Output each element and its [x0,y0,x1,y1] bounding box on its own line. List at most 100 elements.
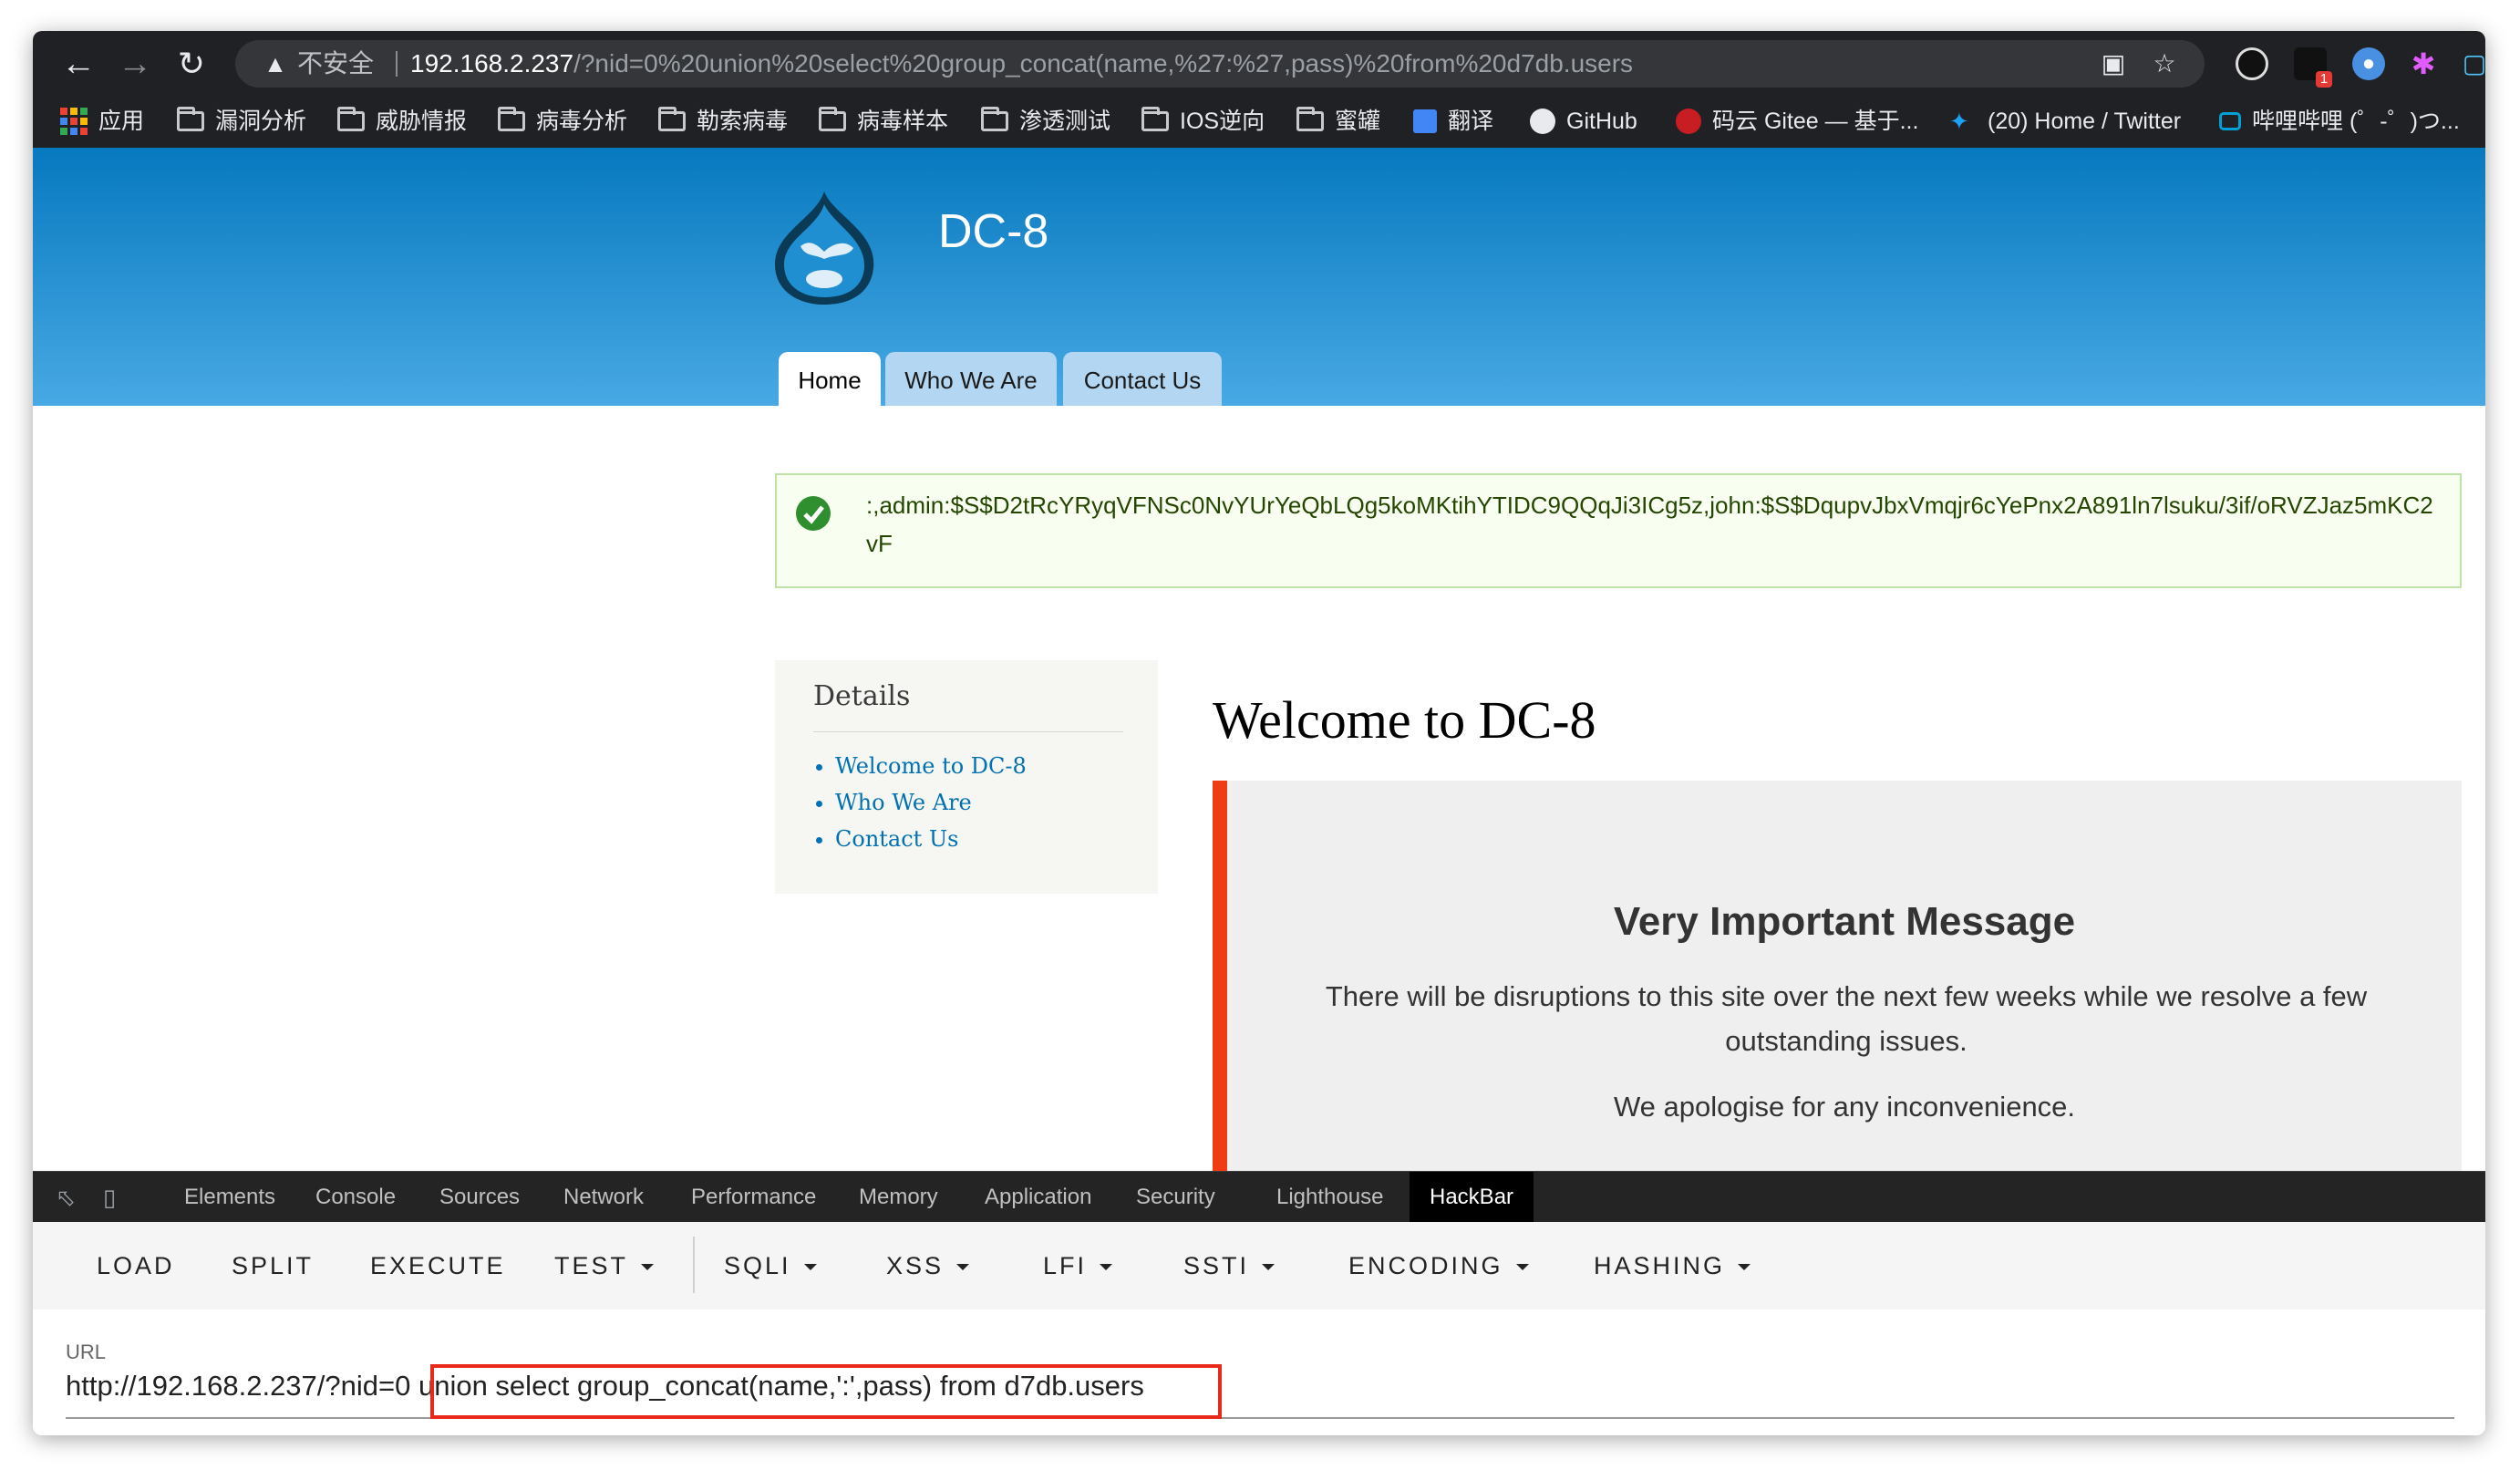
divider [396,51,398,77]
bookmark-folder[interactable]: 渗透测试 [981,95,1110,148]
highlight-annotation-box [430,1364,1222,1419]
bookmark-folder[interactable]: 病毒分析 [498,95,627,148]
lfi-dropdown[interactable]: LFI [1043,1242,1113,1289]
devtools-tab-application[interactable]: Application [985,1172,1091,1223]
devtools-tab-performance[interactable]: Performance [691,1172,816,1223]
folder-icon [498,107,525,131]
bilibili-icon [2219,112,2241,130]
caret-down-icon [641,1264,655,1271]
divider [813,731,1123,732]
dropdown-label: LFI [1043,1252,1088,1279]
warning-icon[interactable]: ▲ [261,49,290,78]
browser-window: ← → ↻ ▲ 不安全 192.168.2.237/?nid=0%20union… [33,31,2485,1435]
folder-icon [1296,107,1324,131]
dropdown-label: TEST [554,1252,629,1279]
devtools-tab-network[interactable]: Network [563,1172,644,1223]
devtools-tab-memory[interactable]: Memory [859,1172,938,1223]
message-apology: We apologise for any inconvenience. [1613,1091,2076,1123]
reload-icon[interactable]: ↻ [171,44,212,84]
drupal-logo-icon[interactable] [769,188,879,306]
bookmark-label: 威胁情报 [376,109,468,134]
extension-star-icon[interactable]: ✱ [2407,47,2440,80]
url-text[interactable]: 192.168.2.237/?nid=0%20union%20select%20… [410,47,1633,80]
bookmark-folder[interactable]: 威胁情报 [337,95,467,148]
tab-home[interactable]: Home [779,352,881,406]
sidebar-link-label[interactable]: Welcome to DC-8 [835,753,1027,779]
dropdown-label: XSS [886,1252,945,1279]
bookmark-label: 渗透测试 [1019,109,1111,134]
bookmark-github[interactable]: GitHub [1530,95,1637,148]
bookmark-label: GitHub [1566,109,1637,134]
web-page: DC-8 Home Who We Are Contact Us :,admin:… [33,148,2485,1171]
bookmark-folder[interactable]: 病毒样本 [819,95,948,148]
sidebar-link-who-we-are[interactable]: Who We Are [835,784,1027,821]
divider [693,1237,695,1293]
dropdown-label: SQLI [724,1252,791,1279]
forward-arrow-icon[interactable]: → [115,44,155,84]
extension-globe-icon[interactable]: ● [2352,47,2385,80]
test-dropdown[interactable]: TEST [554,1242,655,1289]
twitter-icon: ✦ [1949,108,1969,135]
tab-who-we-are[interactable]: Who We Are [885,352,1057,406]
inspect-element-icon[interactable]: ⬁ [51,1183,80,1212]
extension-circle-icon[interactable] [2236,47,2268,80]
sidebar-link-label[interactable]: Contact Us [835,826,958,852]
tab-contact-us[interactable]: Contact Us [1063,352,1222,406]
dropdown-label: HASHING [1594,1252,1726,1279]
bookmark-apps[interactable]: 应用 [60,95,144,148]
caret-down-icon [803,1264,817,1271]
bookmarks-bar: 应用 漏洞分析 威胁情报 病毒分析 勒索病毒 病毒样本 渗透测试 IOS逆向 蜜… [33,95,2485,149]
extension-badge-icon[interactable]: 1 [2294,47,2332,88]
devtools-tab-hackbar[interactable]: HackBar [1410,1172,1534,1223]
bookmark-label: 勒索病毒 [697,109,789,134]
ssti-dropdown[interactable]: SSTI [1183,1242,1275,1289]
back-arrow-icon[interactable]: ← [58,44,98,84]
hashing-dropdown[interactable]: HASHING [1594,1242,1751,1289]
url-path: /?nid=0%20union%20select%20group_concat(… [573,49,1634,78]
devtools-tab-lighthouse[interactable]: Lighthouse [1276,1172,1383,1223]
split-button[interactable]: SPLIT [232,1242,314,1289]
bookmark-translate[interactable]: 翻译 [1413,95,1493,148]
load-button[interactable]: LOAD [97,1242,175,1289]
folder-icon [337,107,365,131]
url-host: 192.168.2.237 [410,49,574,78]
insecure-label[interactable]: 不安全 [297,47,374,80]
xss-dropdown[interactable]: XSS [886,1242,970,1289]
bookmark-label: 漏洞分析 [215,109,307,134]
device-toolbar-icon[interactable]: ▯ [95,1183,124,1212]
checkmark-icon [796,496,831,531]
sidebar-link-welcome[interactable]: Welcome to DC-8 [835,748,1027,784]
devtools-tab-console[interactable]: Console [315,1172,396,1223]
bookmark-label: IOS逆向 [1180,109,1265,134]
bookmark-gitee[interactable]: 码云 Gitee — 基于... [1676,95,1918,148]
sqli-dropdown[interactable]: SQLI [724,1242,817,1289]
bookmark-bilibili[interactable]: 哔哩哔哩 (゜-゜)つ... [2219,95,2460,148]
hackbar-panel: LOAD SPLIT EXECUTE TEST SQLI XSS LFI SST… [33,1222,2485,1435]
bookmark-folder[interactable]: 漏洞分析 [177,95,306,148]
bookmark-folder[interactable]: 勒索病毒 [658,95,788,148]
sidebar-link-contact-us[interactable]: Contact Us [835,821,1027,857]
site-name[interactable]: DC-8 [938,204,1048,259]
caret-down-icon [1100,1264,1113,1271]
sidebar-link-label[interactable]: Who We Are [835,790,972,815]
bookmark-label: 码云 Gitee — 基于... [1712,109,1919,134]
execute-button[interactable]: EXECUTE [370,1242,506,1289]
bookmark-twitter[interactable]: ✦ (20) Home / Twitter [1949,95,2181,148]
extension-edge-icon[interactable]: ▢ [2458,47,2485,80]
devtools-tab-bar: ⬁ ▯ Elements Console Sources Network Per… [33,1171,2485,1223]
url-field-label: URL [66,1341,107,1363]
folder-icon [981,107,1008,131]
google-translate-icon [1413,109,1437,133]
translate-page-icon[interactable]: ▣ [2099,49,2128,78]
devtools-tab-sources[interactable]: Sources [439,1172,520,1223]
site-header: DC-8 Home Who We Are Contact Us [33,148,2485,406]
bookmark-folder[interactable]: IOS逆向 [1141,95,1265,148]
bookmark-folder[interactable]: 蜜罐 [1296,95,1380,148]
address-bar[interactable]: ▲ 不安全 192.168.2.237/?nid=0%20union%20sel… [235,40,2205,88]
bookmark-label: (20) Home / Twitter [1988,109,2182,134]
url-prefix: http://192.168.2.237/?nid=0 [66,1370,411,1402]
encoding-dropdown[interactable]: ENCODING [1348,1242,1529,1289]
bookmark-star-icon[interactable]: ☆ [2150,49,2179,78]
devtools-tab-security[interactable]: Security [1136,1172,1215,1223]
devtools-tab-elements[interactable]: Elements [184,1172,275,1223]
